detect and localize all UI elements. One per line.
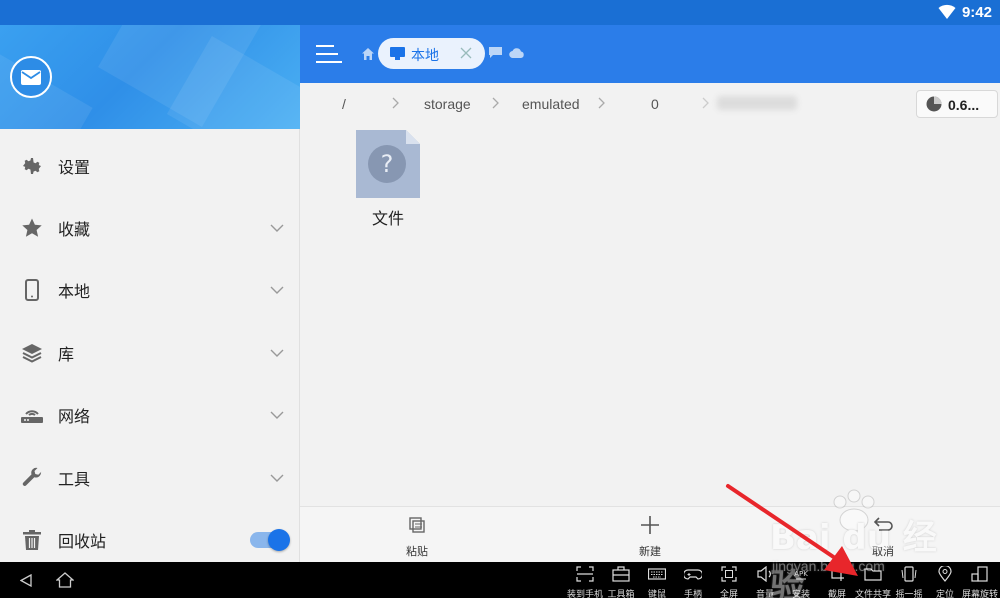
phone-icon bbox=[25, 279, 39, 301]
router-icon bbox=[21, 410, 43, 423]
chevron-down-icon[interactable] bbox=[270, 410, 284, 420]
menu-icon[interactable] bbox=[316, 43, 342, 65]
keyboard-icon bbox=[648, 568, 666, 580]
tool-rotate-screen[interactable]: 屏幕旋转 bbox=[960, 564, 1000, 598]
paste-button[interactable]: 粘贴 bbox=[377, 507, 457, 563]
tab-local[interactable]: 本地 bbox=[378, 38, 485, 69]
drawer-item-label: 本地 bbox=[58, 284, 91, 301]
red-arrow-annotation bbox=[726, 484, 858, 576]
pie-chart-icon bbox=[926, 96, 942, 112]
home-icon[interactable] bbox=[361, 47, 375, 61]
drawer-item-recycle-bin[interactable]: 回收站 bbox=[0, 512, 300, 568]
paste-label: 粘贴 bbox=[406, 546, 428, 558]
svg-text:?: ? bbox=[381, 150, 394, 178]
tab-label: 本地 bbox=[411, 47, 439, 63]
chevron-right-icon bbox=[702, 97, 709, 109]
status-time: 9:42 bbox=[961, 4, 992, 21]
crumb-redacted[interactable] bbox=[717, 96, 797, 110]
status-bar: 9:42 bbox=[0, 0, 1000, 25]
drawer-item-local[interactable]: 本地 bbox=[0, 262, 300, 318]
scan-icon bbox=[576, 566, 594, 582]
paste-icon bbox=[409, 517, 425, 533]
wrench-icon bbox=[22, 467, 42, 486]
chevron-down-icon[interactable] bbox=[270, 223, 284, 233]
new-label: 新建 bbox=[639, 546, 661, 558]
drawer-item-favorites[interactable]: 收藏 bbox=[0, 200, 300, 256]
file-name: 文件 bbox=[371, 211, 404, 228]
chevron-down-icon[interactable] bbox=[270, 348, 284, 358]
back-icon[interactable] bbox=[20, 574, 32, 587]
crumb-storage[interactable]: storage bbox=[424, 96, 471, 112]
crumb-emulated[interactable]: emulated bbox=[522, 96, 580, 112]
storage-usage-button[interactable]: 0.6... bbox=[916, 90, 998, 118]
toolbox-icon bbox=[612, 566, 630, 582]
gamepad-icon bbox=[684, 569, 702, 580]
drawer-item-label: 工具 bbox=[58, 472, 91, 489]
navigation-drawer: 设置 收藏 本地 库 网络 工具 回收站 bbox=[0, 129, 300, 562]
drawer-item-label: 设置 bbox=[58, 160, 91, 177]
chevron-right-icon bbox=[492, 97, 499, 109]
file-item[interactable]: ? 文件 bbox=[348, 130, 428, 230]
crumb-zero[interactable]: 0 bbox=[651, 96, 659, 112]
top-toolbar: 本地 bbox=[300, 25, 1000, 83]
crumb-root[interactable]: / bbox=[342, 96, 346, 112]
home-nav-icon[interactable] bbox=[56, 572, 74, 588]
drawer-item-library[interactable]: 库 bbox=[0, 325, 300, 381]
wifi-icon bbox=[938, 4, 956, 19]
account-avatar[interactable] bbox=[10, 56, 52, 98]
drawer-item-settings[interactable]: 设置 bbox=[0, 138, 300, 194]
chevron-down-icon[interactable] bbox=[270, 473, 284, 483]
drawer-item-label: 网络 bbox=[58, 409, 91, 426]
unknown-file-icon: ? bbox=[356, 130, 420, 198]
recycle-bin-toggle[interactable] bbox=[250, 529, 290, 551]
plus-icon bbox=[641, 516, 659, 534]
chevron-right-icon bbox=[598, 97, 605, 109]
layers-icon bbox=[22, 344, 42, 363]
storage-usage-text: 0.6... bbox=[948, 97, 980, 113]
rotate-icon bbox=[971, 566, 988, 582]
cloud-icon[interactable] bbox=[509, 48, 524, 58]
drawer-item-network[interactable]: 网络 bbox=[0, 387, 300, 443]
drawer-header bbox=[0, 25, 300, 129]
drawer-item-label: 库 bbox=[58, 347, 75, 364]
gear-icon bbox=[23, 158, 41, 174]
star-icon bbox=[22, 218, 42, 237]
mail-icon bbox=[21, 69, 41, 85]
message-icon[interactable] bbox=[489, 47, 502, 58]
drawer-item-label: 回收站 bbox=[58, 534, 107, 551]
new-button[interactable]: 新建 bbox=[610, 507, 690, 563]
trash-icon bbox=[23, 530, 41, 550]
tool-label: 屏幕旋转 bbox=[961, 589, 998, 598]
chevron-right-icon bbox=[392, 97, 399, 109]
chevron-down-icon[interactable] bbox=[270, 285, 284, 295]
tablet-icon bbox=[390, 47, 405, 60]
close-icon[interactable] bbox=[460, 47, 472, 59]
breadcrumb: / storage emulated 0 0.6... bbox=[300, 83, 1000, 125]
drawer-item-tools[interactable]: 工具 bbox=[0, 450, 300, 506]
file-list: ? 文件 bbox=[300, 125, 1000, 506]
drawer-item-label: 收藏 bbox=[58, 222, 91, 239]
